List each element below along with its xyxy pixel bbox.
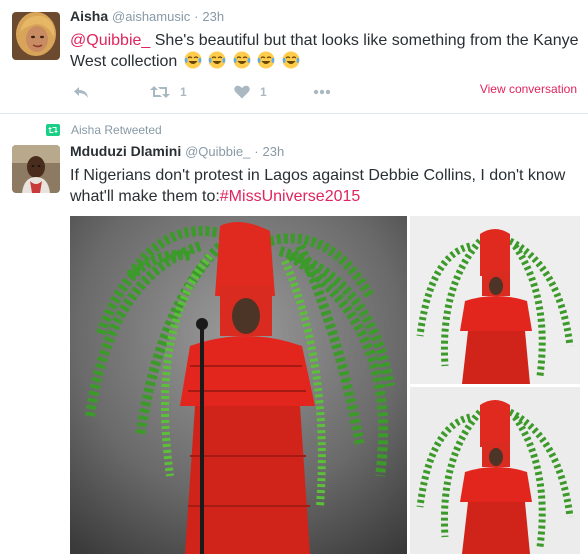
- face-with-tears-of-joy-icon: [208, 51, 226, 69]
- retweet-notice-text: Aisha Retweeted: [71, 123, 162, 137]
- author-name[interactable]: Aisha: [70, 8, 108, 24]
- tweet-text: If Nigerians don't protest in Lagos agai…: [70, 165, 580, 207]
- face-with-tears-of-joy-icon: [233, 51, 251, 69]
- author-handle[interactable]: @aishamusic: [112, 9, 190, 24]
- heart-icon: [234, 85, 250, 99]
- tweet-aisha[interactable]: Aisha @aishamusic · 23h @Quibbie_ She's …: [0, 0, 588, 114]
- more-icon: [313, 89, 331, 95]
- avatar-aisha[interactable]: [12, 12, 60, 60]
- face-with-tears-of-joy-icon: [184, 51, 202, 69]
- retweet-icon: [150, 86, 170, 98]
- mention-link[interactable]: @Quibbie_: [70, 32, 150, 49]
- retweet-button[interactable]: 1: [150, 85, 187, 99]
- tweet-header: Aisha @aishamusic · 23h: [70, 8, 224, 24]
- tweet-header: Mduduzi Dlamini @Quibbie_ · 23h: [70, 143, 284, 159]
- separator: ·: [254, 144, 259, 159]
- reply-button[interactable]: [73, 85, 89, 99]
- view-conversation-link[interactable]: View conversation: [480, 82, 577, 96]
- media-grid: [70, 216, 580, 554]
- avatar-mduduzi[interactable]: [12, 145, 60, 193]
- emoji-row: [182, 51, 300, 72]
- photo-main[interactable]: [70, 216, 407, 554]
- timestamp[interactable]: 23h: [202, 9, 224, 24]
- face-with-tears-of-joy-icon: [282, 51, 300, 69]
- retweet-notice-icon: [46, 124, 60, 136]
- photo-thumbnail-2[interactable]: [410, 387, 580, 554]
- more-button[interactable]: [313, 89, 331, 95]
- photo-thumbnail-1[interactable]: [410, 216, 580, 384]
- author-name[interactable]: Mduduzi Dlamini: [70, 143, 181, 159]
- reply-icon: [74, 87, 88, 98]
- like-count: 1: [260, 85, 267, 99]
- retweet-count: 1: [180, 85, 187, 99]
- separator: ·: [194, 9, 199, 24]
- face-with-tears-of-joy-icon: [257, 51, 275, 69]
- timestamp[interactable]: 23h: [262, 144, 284, 159]
- tweet-text: @Quibbie_ She's beautiful but that looks…: [70, 30, 580, 72]
- retweet-notice[interactable]: Aisha Retweeted: [46, 123, 162, 137]
- hashtag-link[interactable]: #MissUniverse2015: [220, 188, 361, 205]
- like-button[interactable]: 1: [234, 85, 267, 99]
- author-handle[interactable]: @Quibbie_: [185, 144, 250, 159]
